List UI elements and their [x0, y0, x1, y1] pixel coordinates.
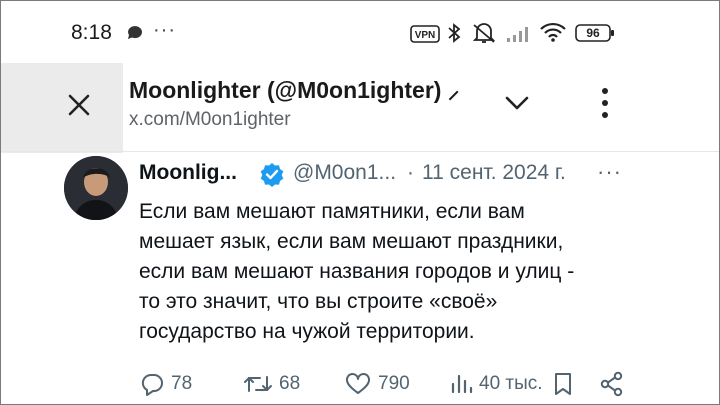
tweet-date[interactable]: 11 сент. 2024 г. [422, 161, 566, 185]
svg-text:VPN: VPN [415, 30, 436, 41]
header-divider [1, 151, 719, 152]
reply-icon [141, 373, 163, 396]
views-button[interactable]: 40 тыс. [449, 371, 543, 397]
signal-icon [505, 23, 533, 48]
tweet-more-icon[interactable]: ··· [597, 159, 622, 185]
reply-count: 78 [171, 373, 193, 394]
bar-chart-icon [451, 374, 473, 394]
close-button[interactable] [59, 85, 99, 125]
tweet-text-line: то это значит, что вы строите «своё» [139, 290, 498, 313]
like-button[interactable]: 790 [344, 371, 410, 397]
page-title: Moonlighter (@M0on1ighter) ⸝ [129, 77, 460, 103]
reply-button[interactable]: 78 [139, 371, 192, 397]
kebab-menu-icon[interactable] [595, 85, 615, 126]
repost-button[interactable]: 68 [243, 371, 300, 397]
bookmark-icon [555, 373, 571, 395]
vpn-icon: VPN [410, 25, 440, 48]
mute-icon [471, 22, 497, 49]
tweet-text-line: мешает язык, если вам мешают праздники, [139, 230, 564, 253]
battery-icon: 96 [575, 23, 615, 43]
chevron-down-icon[interactable] [501, 89, 533, 122]
tweet-author-handle[interactable]: @M0on1... [293, 161, 396, 185]
wifi-icon [539, 21, 567, 48]
chat-bubble-icon [125, 23, 145, 48]
repost-count: 68 [279, 373, 301, 394]
screenshot-frame: 8:18 ··· VPN 96 Moonlighter (@M0on1ighte… [0, 0, 720, 405]
views-count: 40 тыс. [479, 373, 543, 394]
more-dots-icon: ··· [153, 19, 176, 41]
repost-icon [244, 376, 272, 392]
avatar[interactable] [64, 156, 128, 220]
tweet-text-line: если вам мешают названия городов и улиц … [139, 260, 575, 283]
tweet-text-line: государство на чужой территории. [139, 320, 475, 343]
tweet-author-name[interactable]: Moonlig... [139, 161, 237, 185]
bluetooth-icon [447, 22, 461, 49]
close-icon [68, 94, 90, 116]
like-count: 790 [378, 373, 410, 394]
battery-level: 96 [586, 26, 600, 40]
page-url[interactable]: x.com/M0on1ighter [129, 109, 291, 131]
heart-icon [346, 373, 370, 394]
share-button[interactable] [599, 371, 631, 397]
verified-badge-icon [259, 161, 285, 192]
tweet-text: Если вам мешают памятники, если вам меша… [139, 197, 659, 347]
status-time: 8:18 [71, 21, 112, 44]
share-icon [600, 371, 623, 397]
bookmark-button[interactable] [553, 371, 579, 397]
tweet-text-line: Если вам мешают памятники, если вам [139, 200, 525, 223]
handle-date-separator: · [407, 161, 414, 184]
